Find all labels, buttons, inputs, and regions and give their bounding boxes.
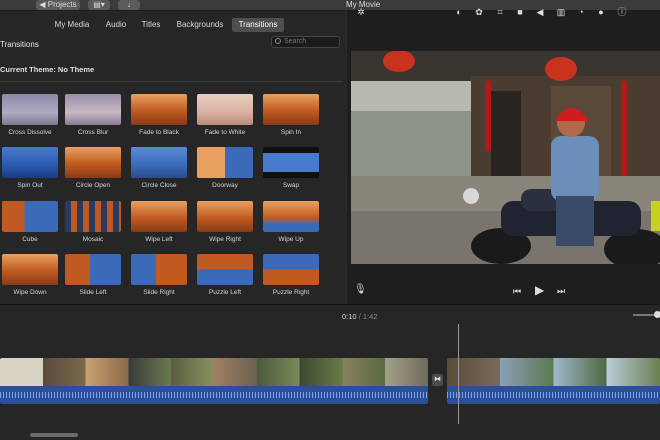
search-placeholder: Search	[284, 38, 307, 45]
zoom-slider-knob[interactable]	[654, 311, 660, 318]
transition-label: Circle Close	[141, 182, 177, 189]
tab-audio[interactable]: Audio	[100, 18, 132, 32]
transition-thumbnail[interactable]	[2, 94, 58, 125]
color-correction-icon[interactable]: ✿	[474, 7, 484, 17]
transition-label: Spin Out	[17, 182, 43, 189]
stabilization-icon[interactable]: ■	[515, 7, 525, 17]
transition-label: Spin In	[280, 129, 302, 136]
transition-label: Fade to White	[204, 129, 246, 136]
transition-label: Circle Open	[75, 182, 111, 189]
transition-thumbnail[interactable]	[65, 254, 121, 285]
transition-label: Slide Right	[143, 289, 175, 296]
transition-label: Wipe Left	[145, 236, 173, 243]
search-icon	[275, 38, 281, 44]
video-frame-image	[351, 51, 660, 264]
transition-label: Wipe Right	[209, 236, 241, 243]
transition-thumbnail[interactable]	[2, 201, 58, 232]
tab-transitions[interactable]: Transitions	[232, 18, 284, 32]
speed-icon[interactable]: ◔	[576, 7, 586, 17]
transition-thumbnail[interactable]	[65, 147, 121, 178]
browser-tabs: My Media Audio Titles Backgrounds Transi…	[0, 18, 346, 32]
noise-reduction-icon[interactable]: ▥	[556, 7, 566, 17]
transition-label: Doorway	[212, 182, 238, 189]
transition-thumbnail[interactable]	[263, 201, 319, 232]
transition-label: Slide Left	[79, 289, 107, 296]
transition-label: Cube	[22, 236, 38, 243]
projects-back-button[interactable]: ◀ Projects	[36, 0, 80, 10]
transition-thumbnail[interactable]	[197, 254, 253, 285]
transition-label: Swap	[282, 182, 300, 189]
transition-thumbnail[interactable]	[131, 254, 187, 285]
audio-waveform	[0, 392, 428, 398]
transition-thumbnail[interactable]	[197, 147, 253, 178]
transition-label: Puzzle Right	[272, 289, 310, 296]
transition-label: Fade to Black	[139, 129, 179, 136]
pane-title: Transitions	[0, 40, 39, 49]
transition-label: Wipe Up	[278, 236, 304, 243]
skip-forward-icon[interactable]: ⏭	[557, 285, 565, 297]
volume-icon[interactable]: ◀	[535, 7, 545, 17]
transition-thumbnail[interactable]	[131, 147, 187, 178]
tab-titles[interactable]: Titles	[137, 18, 165, 32]
transition-thumbnail[interactable]	[2, 147, 58, 178]
transition-label: Cross Dissolve	[8, 129, 52, 136]
clip-filter-icon[interactable]: ●	[596, 7, 606, 17]
current-time: 0:10	[342, 312, 357, 321]
timeline-clip[interactable]	[0, 358, 428, 404]
microphone-icon[interactable]: 🎙	[354, 284, 367, 296]
playhead[interactable]	[458, 324, 459, 424]
transition-thumbnail[interactable]	[131, 94, 187, 125]
horizontal-scrollbar[interactable]	[30, 433, 78, 437]
transition-thumbnail[interactable]	[197, 201, 253, 232]
color-balance-icon[interactable]: ◐	[454, 7, 464, 17]
current-theme-label: Current Theme: No Theme	[0, 65, 95, 74]
transition-thumbnail[interactable]	[263, 254, 319, 285]
clip-thumbnails	[0, 358, 428, 386]
crop-icon[interactable]: ⌗	[495, 7, 505, 17]
info-icon[interactable]: ⓘ	[617, 7, 627, 17]
content-browser: My Media Audio Titles Backgrounds Transi…	[0, 11, 346, 304]
timecode: 0:10 / 1:42	[342, 312, 378, 321]
transition-thumbnail[interactable]	[131, 201, 187, 232]
transition-thumbnail[interactable]	[263, 94, 319, 125]
transition-label: Mosaic	[82, 236, 104, 243]
tab-backgrounds[interactable]: Backgrounds	[172, 18, 228, 32]
transition-label: Cross Blur	[77, 129, 109, 136]
skip-back-icon[interactable]: ⏮	[513, 285, 521, 297]
timeline-clip[interactable]	[447, 358, 660, 404]
transition-thumbnail[interactable]	[65, 201, 121, 232]
import-button[interactable]: ↓	[118, 0, 140, 10]
clip-thumbnails	[447, 358, 660, 386]
transition-marker-icon[interactable]: ⧓	[432, 374, 443, 386]
magic-wand-icon[interactable]: ✲	[356, 7, 366, 17]
transition-thumbnail[interactable]	[263, 147, 319, 178]
play-icon[interactable]: ▶	[535, 284, 544, 296]
total-time: 1:42	[362, 312, 378, 321]
divider	[0, 81, 343, 82]
transition-label: Puzzle Left	[208, 289, 242, 296]
library-toggle-button[interactable]: ▤▾	[88, 0, 110, 10]
transition-thumbnail[interactable]	[65, 94, 121, 125]
transition-thumbnail[interactable]	[2, 254, 58, 285]
tab-my-media[interactable]: My Media	[50, 18, 94, 32]
transition-thumbnail[interactable]	[197, 94, 253, 125]
time-separator: /	[358, 312, 361, 321]
search-input[interactable]: Search	[271, 36, 340, 48]
video-preview[interactable]	[351, 51, 660, 264]
audio-waveform	[447, 392, 660, 398]
transition-label: Wipe Down	[13, 289, 47, 296]
